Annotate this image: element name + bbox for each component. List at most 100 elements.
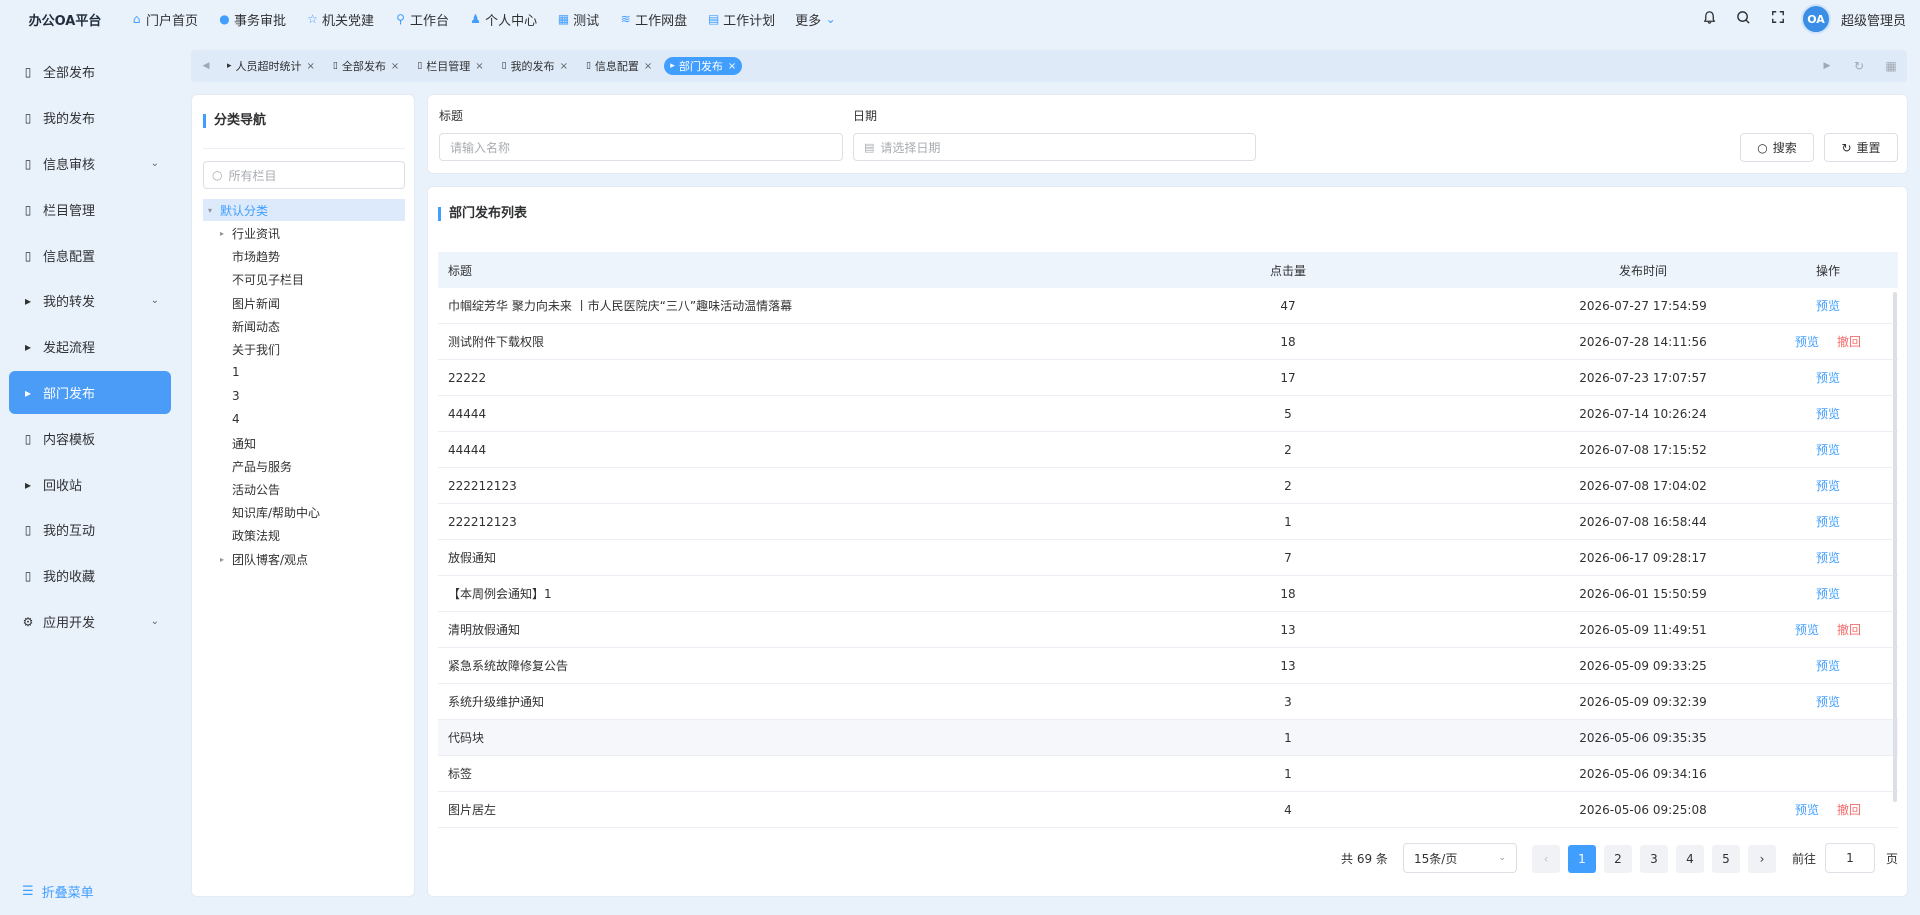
table-row[interactable]: 代码块 1 2026-05-06 09:35:35 (438, 720, 1898, 756)
table-row[interactable]: 【本周例会通知】1 18 2026-06-01 15:50:59 预览 (438, 576, 1898, 612)
sidebar-item-info-config[interactable]: ▯ 信息配置 (9, 234, 171, 277)
table-row[interactable]: 44444 2 2026-07-08 17:15:52 预览 (438, 432, 1898, 468)
tree-node[interactable]: 3 (203, 385, 405, 407)
preview-link[interactable]: 预览 (1795, 621, 1819, 638)
table-row[interactable]: 巾帼绽芳华 聚力向未来 丨市人民医院庆“三八”趣味活动温情落幕 47 2026-07… (438, 288, 1898, 324)
sidebar-item-app-dev[interactable]: ⚙ 应用开发 ⌄ (9, 600, 171, 643)
preview-link[interactable]: 预览 (1816, 477, 1840, 494)
table-row[interactable]: 22222 17 2026-07-23 17:07:57 预览 (438, 360, 1898, 396)
fullscreen-icon[interactable] (1761, 10, 1795, 28)
table-row[interactable]: 222212123 2 2026-07-08 17:04:02 预览 (438, 468, 1898, 504)
topnav-party[interactable]: ☆ 机关党建 (306, 10, 374, 29)
date-filter-input[interactable]: ▤ 请选择日期 (853, 133, 1256, 161)
sidebar-item-dept-publish[interactable]: ▸ 部门发布 (9, 371, 171, 414)
table-row[interactable]: 系统升级维护通知 3 2026-05-09 09:32:39 预览 (438, 684, 1898, 720)
preview-link[interactable]: 预览 (1816, 657, 1840, 674)
tab-all-publish[interactable]: ▯ 全部发布 × (327, 57, 405, 75)
tree-node[interactable]: 活动公告 (203, 478, 405, 500)
refresh-icon[interactable]: ↻ (1843, 50, 1875, 82)
table-row[interactable]: 222212123 1 2026-07-08 16:58:44 预览 (438, 504, 1898, 540)
collapse-menu-button[interactable]: ☰ 折叠菜单 (22, 882, 94, 901)
tab-info-config[interactable]: ▯ 信息配置 × (580, 57, 658, 75)
tree-node[interactable]: ▸ 团队博客/观点 (203, 548, 405, 570)
sidebar-item-recycle[interactable]: ▸ 回收站 (9, 463, 171, 506)
topnav-plan[interactable]: ▤ 工作计划 (707, 10, 775, 29)
tab-my-publish[interactable]: ▯ 我的发布 × (496, 57, 574, 75)
revoke-link[interactable]: 撤回 (1837, 621, 1861, 638)
table-row[interactable]: 放假通知 7 2026-06-17 09:28:17 预览 (438, 540, 1898, 576)
table-row[interactable]: 图片居左 4 2026-05-06 09:25:08 预览 撤回 (438, 792, 1898, 828)
table-row[interactable]: 标签 1 2026-05-06 09:34:16 (438, 756, 1898, 792)
tree-node[interactable]: 关于我们 (203, 338, 405, 360)
page-button-4[interactable]: 4 (1676, 845, 1704, 873)
table-scrollbar[interactable] (1893, 292, 1897, 802)
tree-node[interactable]: 通知 (203, 432, 405, 454)
preview-link[interactable]: 预览 (1816, 297, 1840, 314)
tab-staff-timeout[interactable]: ▸ 人员超时统计 × (221, 57, 321, 75)
preview-link[interactable]: 预览 (1816, 369, 1840, 386)
preview-link[interactable]: 预览 (1816, 441, 1840, 458)
close-icon[interactable]: × (560, 61, 568, 72)
table-row[interactable]: 测试附件下载权限 18 2026-07-28 14:11:56 预览 撤回 (438, 324, 1898, 360)
tabs-prev-icon[interactable]: ◀ (191, 50, 221, 82)
preview-link[interactable]: 预览 (1816, 693, 1840, 710)
search-icon[interactable] (1727, 10, 1761, 29)
page-button-1[interactable]: 1 (1568, 845, 1596, 873)
preview-link[interactable]: 预览 (1795, 801, 1819, 818)
sidebar-item-start-flow[interactable]: ▸ 发起流程 (9, 325, 171, 368)
close-icon[interactable]: × (728, 61, 736, 72)
revoke-link[interactable]: 撤回 (1837, 333, 1861, 350)
tab-column-manage[interactable]: ▯ 栏目管理 × (411, 57, 489, 75)
search-button[interactable]: ○ 搜索 (1740, 133, 1814, 162)
goto-page-input[interactable]: 1 (1825, 843, 1875, 873)
tree-root-node[interactable]: ▾ 默认分类 (203, 199, 405, 221)
sidebar-item-info-review[interactable]: ▯ 信息审核 ⌄ (9, 142, 171, 185)
next-page-button[interactable]: › (1748, 845, 1776, 873)
prev-page-button[interactable]: ‹ (1532, 845, 1560, 873)
topnav-more[interactable]: 更多 ⌄ (795, 10, 837, 29)
tree-node[interactable]: 政策法规 (203, 524, 405, 546)
topnav-drive[interactable]: ≋ 工作网盘 (619, 10, 688, 29)
title-filter-input[interactable]: 请输入名称 (439, 133, 843, 161)
tree-node[interactable]: 市场趋势 (203, 245, 405, 267)
topnav-test[interactable]: ▦ 测试 (557, 10, 599, 29)
tree-node[interactable]: 4 (203, 408, 405, 430)
avatar[interactable]: OA (1800, 4, 1831, 34)
tree-node[interactable]: ▸ 行业资讯 (203, 222, 405, 244)
preview-link[interactable]: 预览 (1795, 333, 1819, 350)
table-row[interactable]: 紧急系统故障修复公告 13 2026-05-09 09:33:25 预览 (438, 648, 1898, 684)
tree-node[interactable]: 产品与服务 (203, 455, 405, 477)
tree-node[interactable]: 图片新闻 (203, 292, 405, 314)
tree-node[interactable]: 新闻动态 (203, 315, 405, 337)
tab-dept-publish[interactable]: ▸ 部门发布 × (664, 57, 743, 75)
table-row[interactable]: 清明放假通知 13 2026-05-09 11:49:51 预览 撤回 (438, 612, 1898, 648)
page-size-select[interactable]: 15条/页 ⌄ (1403, 843, 1517, 873)
sidebar-item-my-favorites[interactable]: ▯ 我的收藏 (9, 554, 171, 597)
revoke-link[interactable]: 撤回 (1837, 801, 1861, 818)
page-button-3[interactable]: 3 (1640, 845, 1668, 873)
sidebar-item-my-forward[interactable]: ▸ 我的转发 ⌄ (9, 279, 171, 322)
preview-link[interactable]: 预览 (1816, 513, 1840, 530)
page-button-2[interactable]: 2 (1604, 845, 1632, 873)
tabs-next-icon[interactable]: ▶ (1811, 50, 1843, 82)
tree-node[interactable]: 1 (203, 361, 405, 383)
tree-node[interactable]: 不可见子栏目 (203, 268, 405, 290)
topnav-approval[interactable]: ● 事务审批 (218, 10, 286, 29)
bell-icon[interactable] (1693, 10, 1727, 29)
page-button-5[interactable]: 5 (1712, 845, 1740, 873)
tree-node[interactable]: 知识库/帮助中心 (203, 501, 405, 523)
grid-menu-icon[interactable]: ▦ (1875, 50, 1907, 82)
preview-link[interactable]: 预览 (1816, 405, 1840, 422)
preview-link[interactable]: 预览 (1816, 549, 1840, 566)
username[interactable]: 超级管理员 (1841, 10, 1906, 29)
tree-search-input[interactable]: ○ 所有栏目 (203, 161, 405, 189)
close-icon[interactable]: × (644, 61, 652, 72)
sidebar-item-my-interaction[interactable]: ▯ 我的互动 (9, 508, 171, 551)
sidebar-item-all-publish[interactable]: ▯ 全部发布 (9, 50, 171, 93)
sidebar-item-my-publish[interactable]: ▯ 我的发布 (9, 96, 171, 139)
sidebar-item-content-template[interactable]: ▯ 内容模板 (9, 417, 171, 460)
topnav-workbench[interactable]: ⚲ 工作台 (394, 10, 449, 29)
preview-link[interactable]: 预览 (1816, 585, 1840, 602)
close-icon[interactable]: × (307, 61, 315, 72)
close-icon[interactable]: × (475, 61, 483, 72)
